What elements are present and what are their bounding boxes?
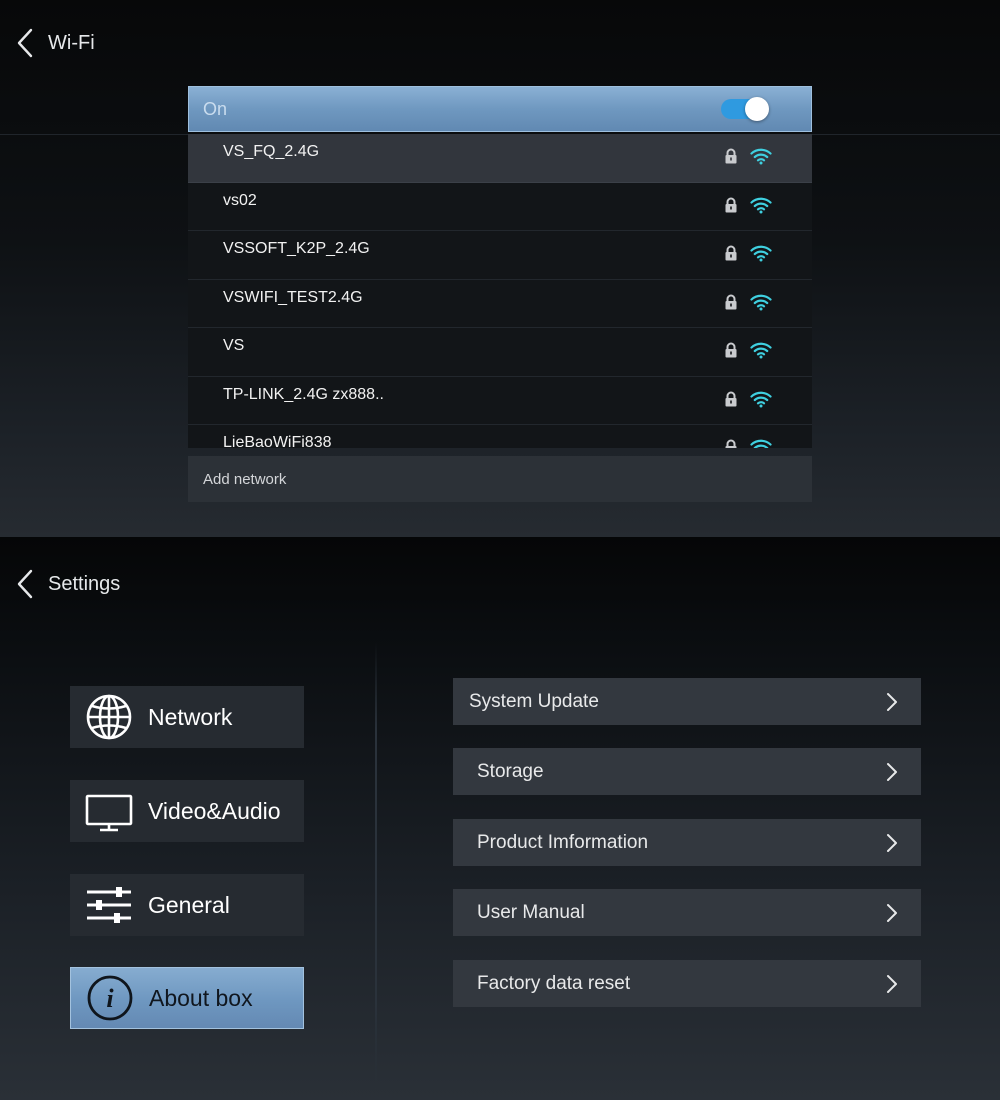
settings-screen: Settings Network Video&Audio General i A… <box>0 537 1000 1100</box>
wifi-screen: Wi-Fi On VS_FQ_2.4G vs02 VSSOFT_K2P_2.4G <box>0 0 1000 537</box>
lock-icon <box>725 342 737 358</box>
chevron-right-icon <box>887 833 897 852</box>
add-network-button[interactable]: Add network <box>188 456 812 502</box>
network-item[interactable]: vs02 <box>188 183 812 231</box>
menu-item-label: Product Imformation <box>477 831 649 853</box>
chevron-right-icon <box>887 762 897 781</box>
globe-icon <box>86 694 132 740</box>
lock-icon <box>725 294 737 309</box>
add-network-label: Add network <box>203 470 287 488</box>
menu-storage[interactable]: Storage <box>453 748 921 795</box>
wifi-toggle-row[interactable]: On <box>188 86 812 132</box>
lock-icon <box>725 439 737 448</box>
menu-user-manual[interactable]: User Manual <box>453 889 921 936</box>
wifi-signal-icon <box>750 391 772 407</box>
wifi-back-button[interactable]: Wi-Fi <box>14 27 95 59</box>
lock-icon <box>725 148 737 164</box>
page-title: Wi-Fi <box>48 31 95 54</box>
chevron-right-icon <box>887 903 897 922</box>
wifi-signal-icon <box>750 197 772 213</box>
lock-icon <box>725 197 737 212</box>
page-title: Settings <box>48 572 121 595</box>
wifi-signal-icon <box>750 245 772 262</box>
menu-item-label: Storage <box>477 760 544 782</box>
category-about-box[interactable]: i About box <box>70 967 304 1029</box>
switch-knob <box>745 97 769 121</box>
network-item[interactable]: TP-LINK_2.4G zx888.. <box>188 377 812 425</box>
wifi-toggle-label: On <box>203 98 228 119</box>
lock-icon <box>725 245 737 261</box>
network-list[interactable]: VS_FQ_2.4G vs02 VSSOFT_K2P_2.4G VSWIFI_T… <box>188 134 812 448</box>
wifi-signal-icon <box>750 294 772 310</box>
category-general[interactable]: General <box>70 874 304 936</box>
category-label: Video&Audio <box>148 797 281 824</box>
network-item[interactable]: VSWIFI_TEST2.4G <box>188 280 812 328</box>
settings-back-button[interactable]: Settings <box>14 568 120 600</box>
lock-icon <box>725 391 737 406</box>
category-video-audio[interactable]: Video&Audio <box>70 780 304 842</box>
menu-item-label: System Update <box>469 690 599 712</box>
menu-item-label: User Manual <box>477 901 585 923</box>
sliders-icon <box>87 887 131 923</box>
menu-factory-data-reset[interactable]: Factory data reset <box>453 960 921 1007</box>
category-label: General <box>148 891 230 918</box>
chevron-left-icon <box>17 569 33 599</box>
category-network[interactable]: Network <box>70 686 304 748</box>
network-item[interactable]: VS_FQ_2.4G <box>188 134 812 183</box>
menu-item-label: Factory data reset <box>477 972 631 994</box>
chevron-left-icon <box>17 28 33 58</box>
network-item[interactable]: VS <box>188 328 812 377</box>
svg-text:i: i <box>106 984 114 1013</box>
info-icon: i <box>87 975 133 1021</box>
menu-system-update[interactable]: System Update <box>453 678 921 725</box>
chevron-right-icon <box>887 692 897 711</box>
network-item[interactable]: VSSOFT_K2P_2.4G <box>188 231 812 280</box>
wifi-toggle-switch[interactable] <box>721 97 769 121</box>
category-label: About box <box>149 984 253 1011</box>
chevron-right-icon <box>887 974 897 993</box>
wifi-signal-icon <box>750 439 772 448</box>
network-item[interactable]: LieBaoWiFi838 <box>188 425 812 448</box>
wifi-signal-icon <box>750 342 772 359</box>
category-label: Network <box>148 703 233 730</box>
wifi-signal-icon <box>750 148 772 165</box>
column-divider <box>375 642 377 1092</box>
menu-product-information[interactable]: Product Imformation <box>453 819 921 866</box>
monitor-icon <box>85 794 133 832</box>
